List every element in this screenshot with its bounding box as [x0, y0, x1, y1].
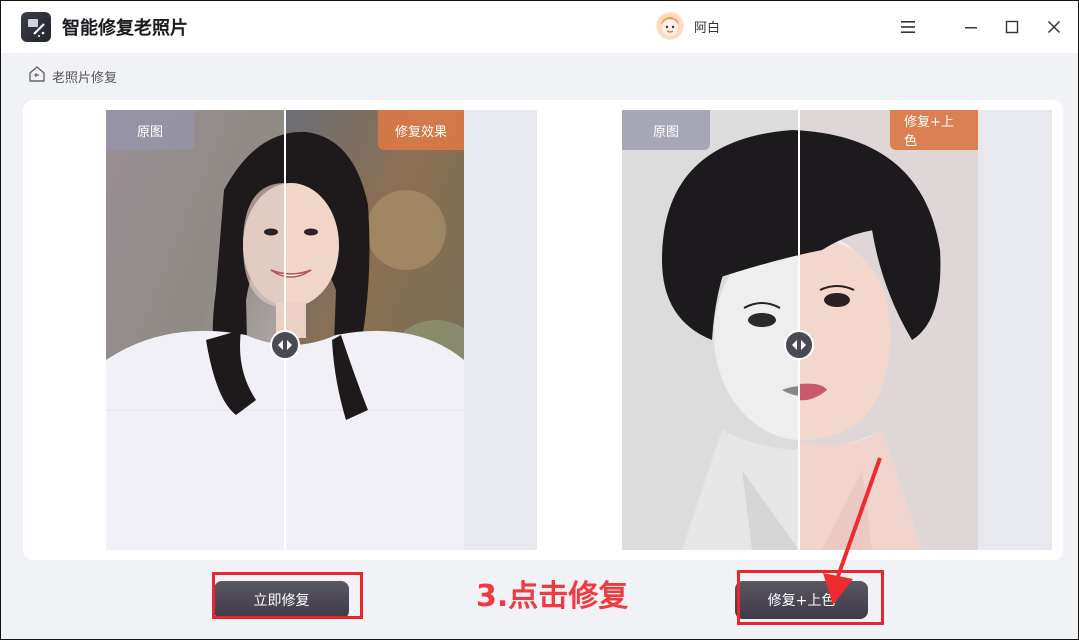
title-bar: 智能修复老照片 阿白	[1, 1, 1078, 53]
comparison-colorize: 原图 修复+上色	[622, 110, 1052, 550]
tag-colorize-result: 修复+上色	[890, 110, 978, 150]
maximize-icon[interactable]	[999, 14, 1025, 40]
app-title: 智能修复老照片	[62, 18, 188, 39]
app-logo-icon	[21, 12, 51, 42]
avatar-icon[interactable]	[656, 12, 684, 40]
tag-original: 原图	[622, 110, 710, 150]
tag-original: 原图	[106, 110, 194, 150]
highlight-box-repair	[212, 572, 363, 619]
slider-arrows-icon[interactable]	[270, 330, 300, 360]
content-card: 原图 修复效果 原图 修复+上色	[23, 100, 1063, 560]
breadcrumb[interactable]: 老照片修复	[28, 66, 117, 86]
step-hint-text: 3.点击修复	[476, 579, 629, 614]
menu-icon[interactable]	[895, 14, 921, 40]
close-icon[interactable]	[1041, 14, 1067, 40]
highlight-box-colorize	[737, 570, 884, 625]
user-name[interactable]: 阿白	[694, 17, 720, 36]
minimize-icon[interactable]	[958, 14, 984, 40]
breadcrumb-label: 老照片修复	[52, 70, 118, 86]
slider-arrows-icon[interactable]	[784, 330, 814, 360]
tag-repair-result: 修复效果	[378, 110, 464, 150]
app-window: 智能修复老照片 阿白 老照片修复 原图 修复效果 原图 修复+上色 立即修复 修…	[1, 1, 1078, 639]
comparison-repair: 原图 修复效果	[106, 110, 537, 550]
home-back-icon[interactable]	[28, 65, 46, 87]
